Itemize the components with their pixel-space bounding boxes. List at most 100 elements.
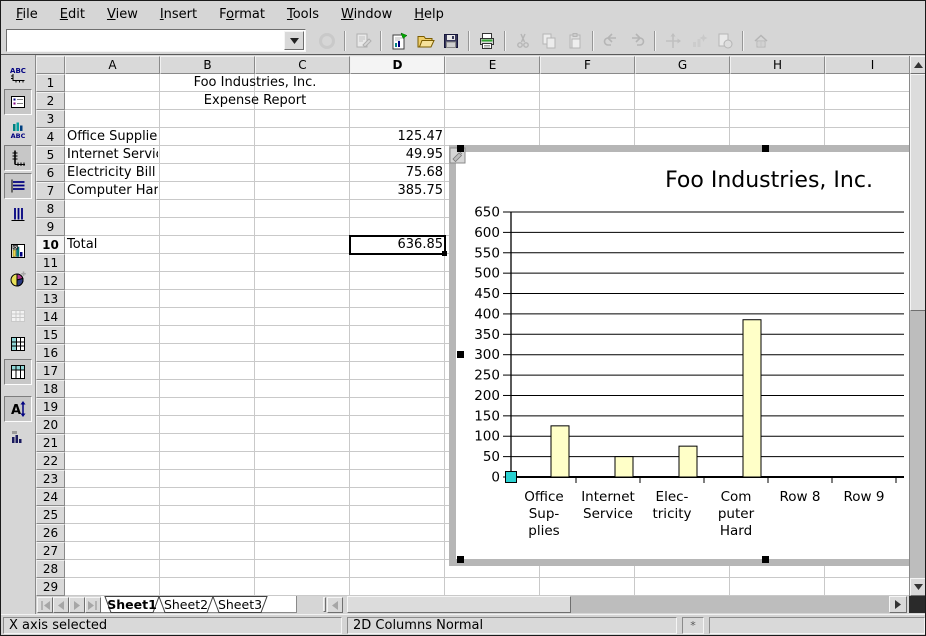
print-button[interactable] [475,29,499,53]
tab-label[interactable]: Sheet1 [107,597,157,612]
menu-insert[interactable]: Insert [149,4,208,25]
tab-label[interactable]: Sheet2 [164,597,208,612]
y-tick-label[interactable]: 100 [474,429,500,445]
row-header-9[interactable]: 9 [36,218,65,236]
cell-A7[interactable]: Computer Hardware [65,182,158,200]
bar-1[interactable] [615,457,633,477]
active-cell-border[interactable] [349,235,446,255]
y-tick-label[interactable]: 550 [474,245,500,261]
menu-edit[interactable]: Edit [49,4,96,25]
row-header-2[interactable]: 2 [36,92,65,110]
fill-handle[interactable] [442,251,447,256]
last-sheet-button[interactable] [85,597,101,613]
y-tick-label[interactable]: 0 [491,470,500,486]
vertical-gridlines-button[interactable] [4,201,32,227]
selection-handle[interactable] [457,145,464,152]
x-category-label[interactable]: Internet [581,489,635,505]
home-button[interactable] [749,29,773,53]
x-category-label[interactable]: tricity [652,506,691,522]
row-header-7[interactable]: 7 [36,182,65,200]
x-category-label[interactable]: Elec- [656,489,689,505]
data-in-columns-button[interactable] [4,359,32,385]
x-category-label[interactable]: Row 9 [844,489,885,505]
y-tick-label[interactable]: 200 [474,388,500,404]
x-category-label[interactable]: Sup- [529,506,560,522]
y-tick-label[interactable]: 500 [474,266,500,282]
data-in-rows-button[interactable] [4,331,32,357]
menu-window[interactable]: Window [330,4,403,25]
axis-titles-button[interactable]: ABC [4,61,32,87]
copy-button[interactable] [537,29,561,53]
bar-2[interactable] [679,446,697,477]
menu-file[interactable]: File [5,4,49,25]
row-header-17[interactable]: 17 [36,362,65,380]
row-header-18[interactable]: 18 [36,380,65,398]
tab-label[interactable]: Sheet3 [218,597,262,612]
x-category-label[interactable]: Office [524,489,563,505]
refresh-document-button[interactable] [713,29,737,53]
next-sheet-button[interactable] [69,597,85,613]
save-document-button[interactable] [439,29,463,53]
row-header-8[interactable]: 8 [36,200,65,218]
y-tick-label[interactable]: 50 [483,449,500,465]
row-header-16[interactable]: 16 [36,344,65,362]
x-axis-selection-handle[interactable] [506,472,517,483]
first-sheet-button[interactable] [37,597,53,613]
column-header-h[interactable]: H [730,56,825,74]
horizontal-gridlines-button[interactable] [4,173,32,199]
y-tick-label[interactable]: 300 [474,347,500,363]
selection-handle[interactable] [762,556,769,563]
x-category-label[interactable]: Hard [720,523,752,539]
x-category-label[interactable]: Row 8 [780,489,821,505]
y-tick-label[interactable]: 400 [474,306,500,322]
horizontal-scrollbar[interactable] [347,596,907,613]
cell-B1[interactable]: Foo Industries, Inc. [160,74,348,92]
bar-0[interactable] [551,426,569,477]
y-tick-label[interactable]: 250 [474,368,500,384]
column-header-a[interactable]: A [65,56,160,74]
new-document-button[interactable] [387,29,411,53]
legend-button[interactable] [4,89,32,115]
row-header-15[interactable]: 15 [36,326,65,344]
horizontal-scroll-thumb[interactable] [347,596,571,613]
column-header-g[interactable]: G [635,56,730,74]
x-category-label[interactable]: plies [528,523,559,539]
vertical-scroll-thumb[interactable] [910,74,926,311]
axes-button[interactable] [4,145,32,171]
row-header-6[interactable]: 6 [36,164,65,182]
row-header-24[interactable]: 24 [36,488,65,506]
x-category-label[interactable]: Service [583,506,633,522]
selection-handle[interactable] [762,145,769,152]
stop-button[interactable] [315,29,339,53]
y-tick-label[interactable]: 450 [474,286,500,302]
row-header-4[interactable]: 4 [36,128,65,146]
chart-title[interactable]: Foo Industries, Inc. [665,168,873,193]
redo-button[interactable] [625,29,649,53]
cell-D4[interactable]: 125.47 [350,128,443,146]
x-category-label[interactable]: Com [721,489,752,505]
embedded-chart-object[interactable]: Foo Industries, Inc.05010015020025030035… [449,145,909,566]
y-tick-label[interactable]: 150 [474,408,500,424]
cell-reference-input[interactable] [7,30,283,51]
cell-D7[interactable]: 385.75 [350,182,443,200]
scroll-up-button[interactable] [910,56,926,74]
tab-splitter-handle[interactable] [323,597,326,612]
row-header-5[interactable]: 5 [36,146,65,164]
scroll-right-button[interactable] [889,596,907,613]
menu-help[interactable]: Help [403,4,455,25]
row-header-27[interactable]: 27 [36,542,65,560]
row-header-14[interactable]: 14 [36,308,65,326]
cell-reference-combobox[interactable] [6,29,306,52]
row-header-12[interactable]: 12 [36,272,65,290]
row-header-19[interactable]: 19 [36,398,65,416]
row-header-22[interactable]: 22 [36,452,65,470]
scroll-down-button[interactable] [910,578,926,596]
vertical-scrollbar[interactable] [909,56,926,596]
data-table-button[interactable] [4,303,32,329]
row-header-25[interactable]: 25 [36,506,65,524]
column-header-d[interactable]: D [350,56,445,74]
edit-data-button[interactable] [4,238,32,264]
row-header-23[interactable]: 23 [36,470,65,488]
row-header-3[interactable]: 3 [36,110,65,128]
previous-sheet-button[interactable] [53,597,69,613]
